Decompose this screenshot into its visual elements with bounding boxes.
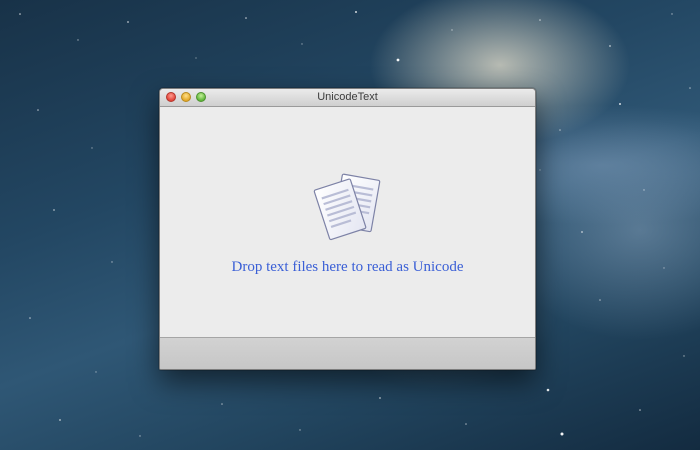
drop-zone[interactable]: Drop text files here to read as Unicode	[160, 107, 535, 337]
bottom-bar	[160, 337, 535, 369]
drop-message: Drop text files here to read as Unicode	[231, 259, 464, 275]
window-title: UnicodeText	[317, 91, 378, 103]
app-window: UnicodeText Drop text files here to read…	[159, 88, 536, 370]
title-bar[interactable]: UnicodeText	[160, 89, 535, 107]
documents-icon	[313, 173, 381, 241]
